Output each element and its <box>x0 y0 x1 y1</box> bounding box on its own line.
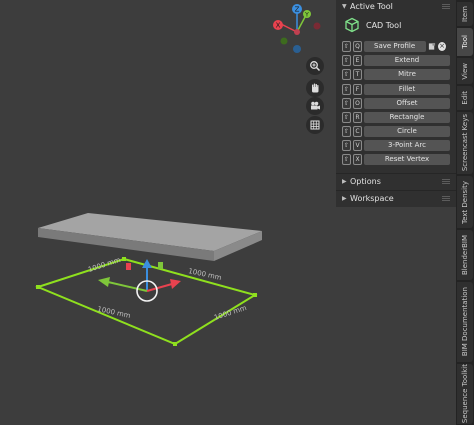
x-axis-arrow-icon <box>170 279 181 289</box>
hotkey-c: C <box>353 125 362 137</box>
chevron-right-icon: ▶ <box>342 177 347 185</box>
viewport-scene: 1000 mm 1000 mm 1000 mm 1000 mm Z Y X <box>35 4 321 346</box>
tool-row-mitre: ⇧ T Mitre <box>342 68 450 80</box>
camera-view-button[interactable] <box>306 97 324 115</box>
active-tool-header[interactable]: ▼ Active Tool <box>336 0 456 13</box>
tool-row-offset: ⇧ O Offset <box>342 97 450 109</box>
tab-edit[interactable]: Edit <box>457 86 473 110</box>
hotkey-q: Q <box>353 40 362 52</box>
fillet-button[interactable]: Fillet <box>364 83 450 95</box>
zoom-icon <box>310 61 321 72</box>
profile-file-icon[interactable] <box>428 42 436 51</box>
tab-text-density[interactable]: Text Density <box>457 176 473 228</box>
cad-tool-cube-icon <box>345 17 359 33</box>
hotkey-o: O <box>353 97 362 109</box>
hotkey-r: R <box>353 111 362 123</box>
active-tool-title: CAD Tool <box>344 17 401 33</box>
tab-item[interactable]: Item <box>457 2 473 26</box>
tool-row-reset-vertex: ⇧ X Reset Vertex <box>342 153 450 165</box>
chevron-down-icon: ▼ <box>342 3 347 10</box>
tab-blenderbim[interactable]: BlenderBIM <box>457 230 473 280</box>
tool-row-circle: ⇧ C Circle <box>342 125 450 137</box>
workspace-label: Workspace <box>350 193 394 203</box>
shift-key-icon: ⇧ <box>342 83 351 95</box>
active-tool-panel: ▼ Active Tool CAD Tool ⇧ Q Save Profile … <box>336 0 456 207</box>
offset-button[interactable]: Offset <box>364 97 450 109</box>
tool-row-3-point-arc: ⇧ V 3-Point Arc <box>342 139 450 151</box>
shift-key-icon: ⇧ <box>342 153 351 165</box>
tool-row-fillet: ⇧ F Fillet <box>342 83 450 95</box>
slab-object[interactable] <box>38 213 262 261</box>
zoom-button[interactable] <box>306 57 324 75</box>
gizmo-x-label: X <box>276 22 281 30</box>
dimension-right: 1000 mm <box>213 304 248 322</box>
tool-name: CAD Tool <box>366 20 402 30</box>
close-icon[interactable]: × <box>438 41 446 51</box>
shift-key-icon: ⇧ <box>342 125 351 137</box>
tool-row-extend: ⇧ E Extend <box>342 54 450 66</box>
shift-key-icon: ⇧ <box>342 40 351 52</box>
projection-toggle-button[interactable] <box>306 116 324 134</box>
workspace-subpanel-header[interactable]: ▶ Workspace <box>336 190 456 205</box>
yz-plane-handle <box>126 263 131 270</box>
camera-icon <box>311 101 320 110</box>
hotkey-v: V <box>353 139 362 151</box>
gizmo-z-label: Z <box>295 6 300 14</box>
tool-row-save-profile: ⇧ Q Save Profile × <box>342 40 450 52</box>
tab-bim-documentation[interactable]: BIM Documentation <box>457 282 473 362</box>
hotkey-e: E <box>353 54 362 66</box>
shift-key-icon: ⇧ <box>342 54 351 66</box>
tab-sequence-toolkit[interactable]: Sequence Toolkit <box>457 364 473 424</box>
dimension-top: 1000 mm <box>188 267 223 282</box>
extend-button[interactable]: Extend <box>364 54 450 66</box>
tab-tool[interactable]: Tool <box>457 28 473 56</box>
shift-key-icon: ⇧ <box>342 111 351 123</box>
sidebar-tabs: Item Tool View Edit Screencast Keys Text… <box>456 0 474 425</box>
rectangle-button[interactable]: Rectangle <box>364 111 450 123</box>
circle-button[interactable]: Circle <box>364 125 450 137</box>
y-axis-arrow-icon <box>98 277 110 287</box>
pan-button[interactable] <box>306 79 324 97</box>
reset-vertex-button[interactable]: Reset Vertex <box>364 153 450 165</box>
hotkey-t: T <box>353 68 362 80</box>
xz-plane-handle <box>158 262 163 269</box>
hand-icon <box>312 83 319 93</box>
gizmo-y-label: Y <box>304 12 309 19</box>
save-profile-button[interactable]: Save Profile <box>364 40 426 52</box>
mitre-button[interactable]: Mitre <box>364 68 450 80</box>
shift-key-icon: ⇧ <box>342 139 351 151</box>
shift-key-icon: ⇧ <box>342 68 351 80</box>
hotkey-x: X <box>353 153 362 165</box>
tool-row-rectangle: ⇧ R Rectangle <box>342 111 450 123</box>
drag-grip-icon[interactable] <box>442 196 450 201</box>
drag-grip-icon[interactable] <box>442 179 450 184</box>
drag-grip-icon[interactable] <box>442 4 450 9</box>
grid-icon <box>310 120 320 130</box>
3d-viewport[interactable]: 1000 mm 1000 mm 1000 mm 1000 mm Z Y X <box>0 0 336 425</box>
3-point-arc-button[interactable]: 3-Point Arc <box>364 139 450 151</box>
dimension-left: 1000 mm <box>87 256 122 274</box>
tab-screencast-keys[interactable]: Screencast Keys <box>457 112 473 174</box>
options-subpanel-header[interactable]: ▶ Options <box>336 173 456 188</box>
active-tool-header-label: Active Tool <box>350 2 393 11</box>
chevron-right-icon: ▶ <box>342 194 347 202</box>
save-profile-extra: × <box>428 41 446 52</box>
tab-view[interactable]: View <box>457 58 473 84</box>
options-label: Options <box>350 176 381 186</box>
hotkey-f: F <box>353 83 362 95</box>
shift-key-icon: ⇧ <box>342 97 351 109</box>
navigation-gizmo[interactable]: Z Y X <box>273 4 321 53</box>
